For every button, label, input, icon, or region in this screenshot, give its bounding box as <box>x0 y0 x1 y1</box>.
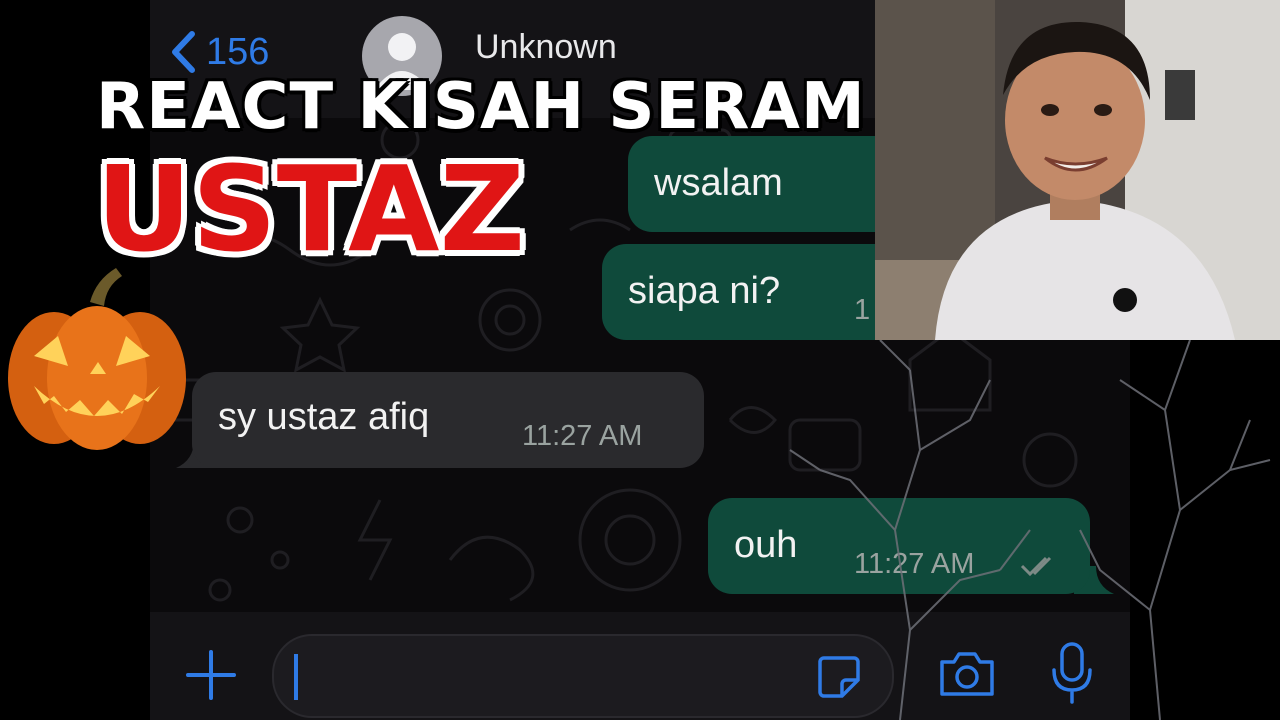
unread-count: 156 <box>206 30 270 73</box>
sticker-icon[interactable] <box>816 654 862 700</box>
microphone-icon[interactable] <box>1050 642 1094 706</box>
jack-o-lantern-icon <box>8 268 186 450</box>
contact-name[interactable]: Unknown <box>475 28 617 67</box>
streamer-photo <box>875 0 1280 340</box>
message-bubble-outgoing[interactable]: ouh 11:27 AM <box>708 498 1090 594</box>
plus-icon[interactable] <box>186 650 236 700</box>
text-caret <box>294 654 298 700</box>
back-button[interactable]: 156 <box>170 30 269 74</box>
message-text: sy ustaz afiq <box>218 396 430 438</box>
message-time: 11:27 AM <box>522 420 643 452</box>
thumbnail-title: USTAZ <box>96 140 526 278</box>
thumbnail-headline: REACT KISAH SERAM <box>96 70 866 144</box>
message-text: siapa ni? <box>628 270 781 312</box>
message-time: 11:27 AM <box>854 548 975 580</box>
message-text: wsalam <box>654 162 783 204</box>
message-bubble-incoming[interactable]: sy ustaz afiq 11:27 AM <box>192 372 704 468</box>
message-input[interactable] <box>272 634 894 718</box>
camera-icon[interactable] <box>938 650 996 698</box>
chevron-left-icon <box>172 31 195 73</box>
webcam-overlay <box>875 0 1280 340</box>
double-check-icon <box>1020 556 1052 577</box>
message-text: ouh <box>734 524 798 566</box>
message-composer <box>150 612 1130 720</box>
message-time: 1 <box>854 294 871 326</box>
